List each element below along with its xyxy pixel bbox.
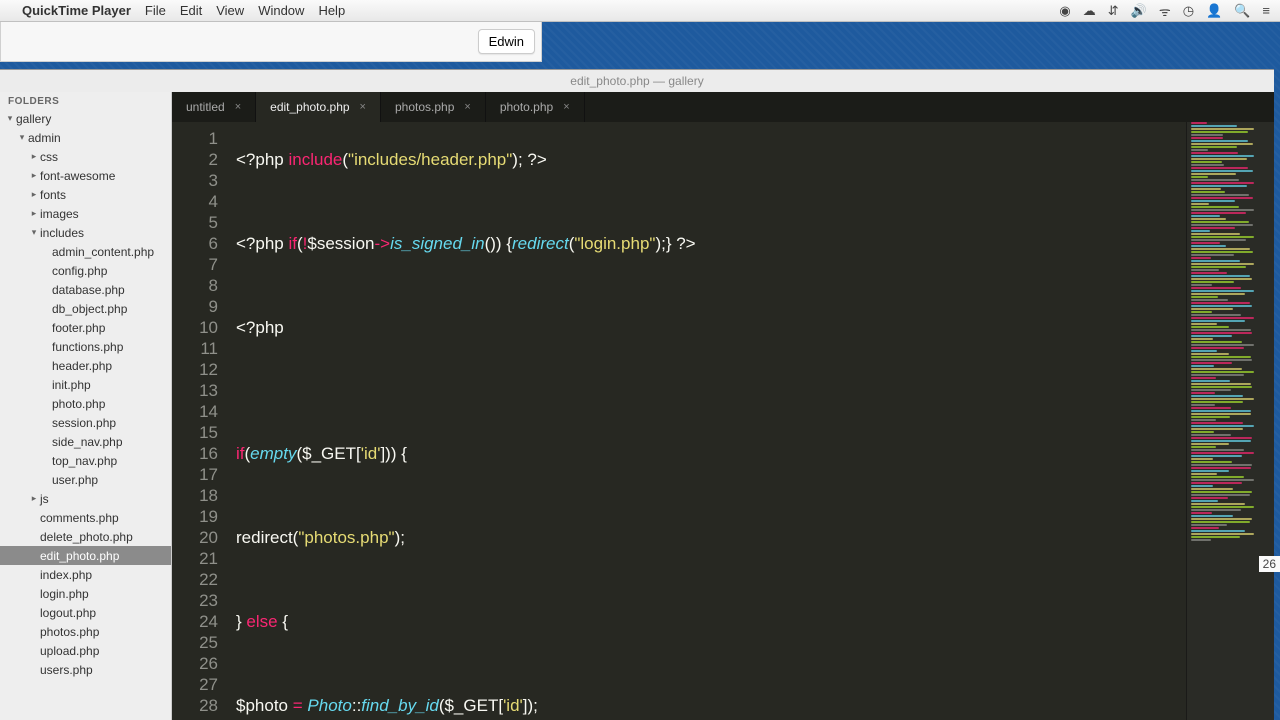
close-tab-icon[interactable]: ×	[563, 101, 569, 113]
user-profile-button[interactable]: Edwin	[478, 29, 535, 54]
user-icon[interactable]: 👤	[1206, 3, 1222, 19]
tree-item[interactable]: user.php	[0, 470, 171, 489]
tree-item[interactable]: delete_photo.php	[0, 527, 171, 546]
tab[interactable]: photo.php×	[486, 92, 585, 122]
folder-sidebar: FOLDERS ▾gallery▾admin▸css▸font-awesome▸…	[0, 92, 172, 720]
cloud-icon[interactable]: ☁	[1083, 3, 1096, 19]
volume-icon[interactable]: 🔊	[1131, 3, 1147, 19]
tree-item[interactable]: upload.php	[0, 641, 171, 660]
tree-item[interactable]: ▾includes	[0, 223, 171, 242]
tree-item[interactable]: init.php	[0, 375, 171, 394]
browser-chrome-fragment: Edwin	[0, 22, 542, 62]
title-text: edit_photo.php — gallery	[570, 74, 703, 88]
sublime-window: edit_photo.php — gallery FOLDERS ▾galler…	[0, 69, 1274, 720]
tree-item[interactable]: ▸css	[0, 147, 171, 166]
tree-item[interactable]: ▸images	[0, 204, 171, 223]
tab-bar: untitled×edit_photo.php×photos.php×photo…	[172, 92, 1274, 122]
editor-pane: untitled×edit_photo.php×photos.php×photo…	[172, 92, 1274, 720]
tree-item[interactable]: session.php	[0, 413, 171, 432]
wifi-icon[interactable]: ᯤ	[1159, 2, 1171, 20]
tree-item[interactable]: db_object.php	[0, 299, 171, 318]
tree-item[interactable]: ▸fonts	[0, 185, 171, 204]
tab[interactable]: untitled×	[172, 92, 256, 122]
tree-item[interactable]: photos.php	[0, 622, 171, 641]
tree-item[interactable]: comments.php	[0, 508, 171, 527]
tree-item[interactable]: ▸font-awesome	[0, 166, 171, 185]
file-tree: ▾gallery▾admin▸css▸font-awesome▸fonts▸im…	[0, 109, 171, 679]
tree-item[interactable]: index.php	[0, 565, 171, 584]
tree-item[interactable]: side_nav.php	[0, 432, 171, 451]
tree-item[interactable]: footer.php	[0, 318, 171, 337]
tree-item[interactable]: edit_photo.php	[0, 546, 171, 565]
tree-item[interactable]: top_nav.php	[0, 451, 171, 470]
macos-menubar: QuickTime Player File Edit View Window H…	[0, 0, 1280, 22]
close-tab-icon[interactable]: ×	[360, 101, 366, 113]
record-icon[interactable]: ◉	[1059, 3, 1070, 19]
notifications-icon[interactable]: ≡	[1262, 3, 1270, 18]
tab[interactable]: photos.php×	[381, 92, 486, 122]
code-content[interactable]: <?php include("includes/header.php"); ?>…	[228, 122, 1186, 720]
tree-item[interactable]: photo.php	[0, 394, 171, 413]
tree-item[interactable]: functions.php	[0, 337, 171, 356]
sidebar-header: FOLDERS	[0, 92, 171, 109]
menu-window[interactable]: Window	[258, 3, 304, 18]
side-number-label: 26	[1259, 556, 1280, 572]
tree-item[interactable]: header.php	[0, 356, 171, 375]
tree-item[interactable]: users.php	[0, 660, 171, 679]
sync-icon[interactable]: ⇵	[1108, 3, 1119, 19]
spotlight-icon[interactable]: 🔍	[1234, 3, 1250, 19]
close-tab-icon[interactable]: ×	[464, 101, 470, 113]
code-area[interactable]: 1234567891011121314151617181920212223242…	[172, 122, 1274, 720]
tree-item[interactable]: logout.php	[0, 603, 171, 622]
tree-item[interactable]: login.php	[0, 584, 171, 603]
tree-item[interactable]: admin_content.php	[0, 242, 171, 261]
tree-item[interactable]: config.php	[0, 261, 171, 280]
tab[interactable]: edit_photo.php×	[256, 92, 381, 122]
menu-view[interactable]: View	[216, 3, 244, 18]
tree-item[interactable]: ▾admin	[0, 128, 171, 147]
line-gutter: 1234567891011121314151617181920212223242…	[172, 122, 228, 720]
menu-edit[interactable]: Edit	[180, 3, 202, 18]
clock-icon[interactable]: ◷	[1183, 3, 1194, 19]
window-title: edit_photo.php — gallery	[0, 70, 1274, 92]
menu-help[interactable]: Help	[318, 3, 345, 18]
menu-file[interactable]: File	[145, 3, 166, 18]
tree-item[interactable]: ▾gallery	[0, 109, 171, 128]
close-tab-icon[interactable]: ×	[235, 101, 241, 113]
app-name[interactable]: QuickTime Player	[22, 3, 131, 18]
minimap[interactable]	[1186, 122, 1274, 720]
tree-item[interactable]: ▸js	[0, 489, 171, 508]
tree-item[interactable]: database.php	[0, 280, 171, 299]
